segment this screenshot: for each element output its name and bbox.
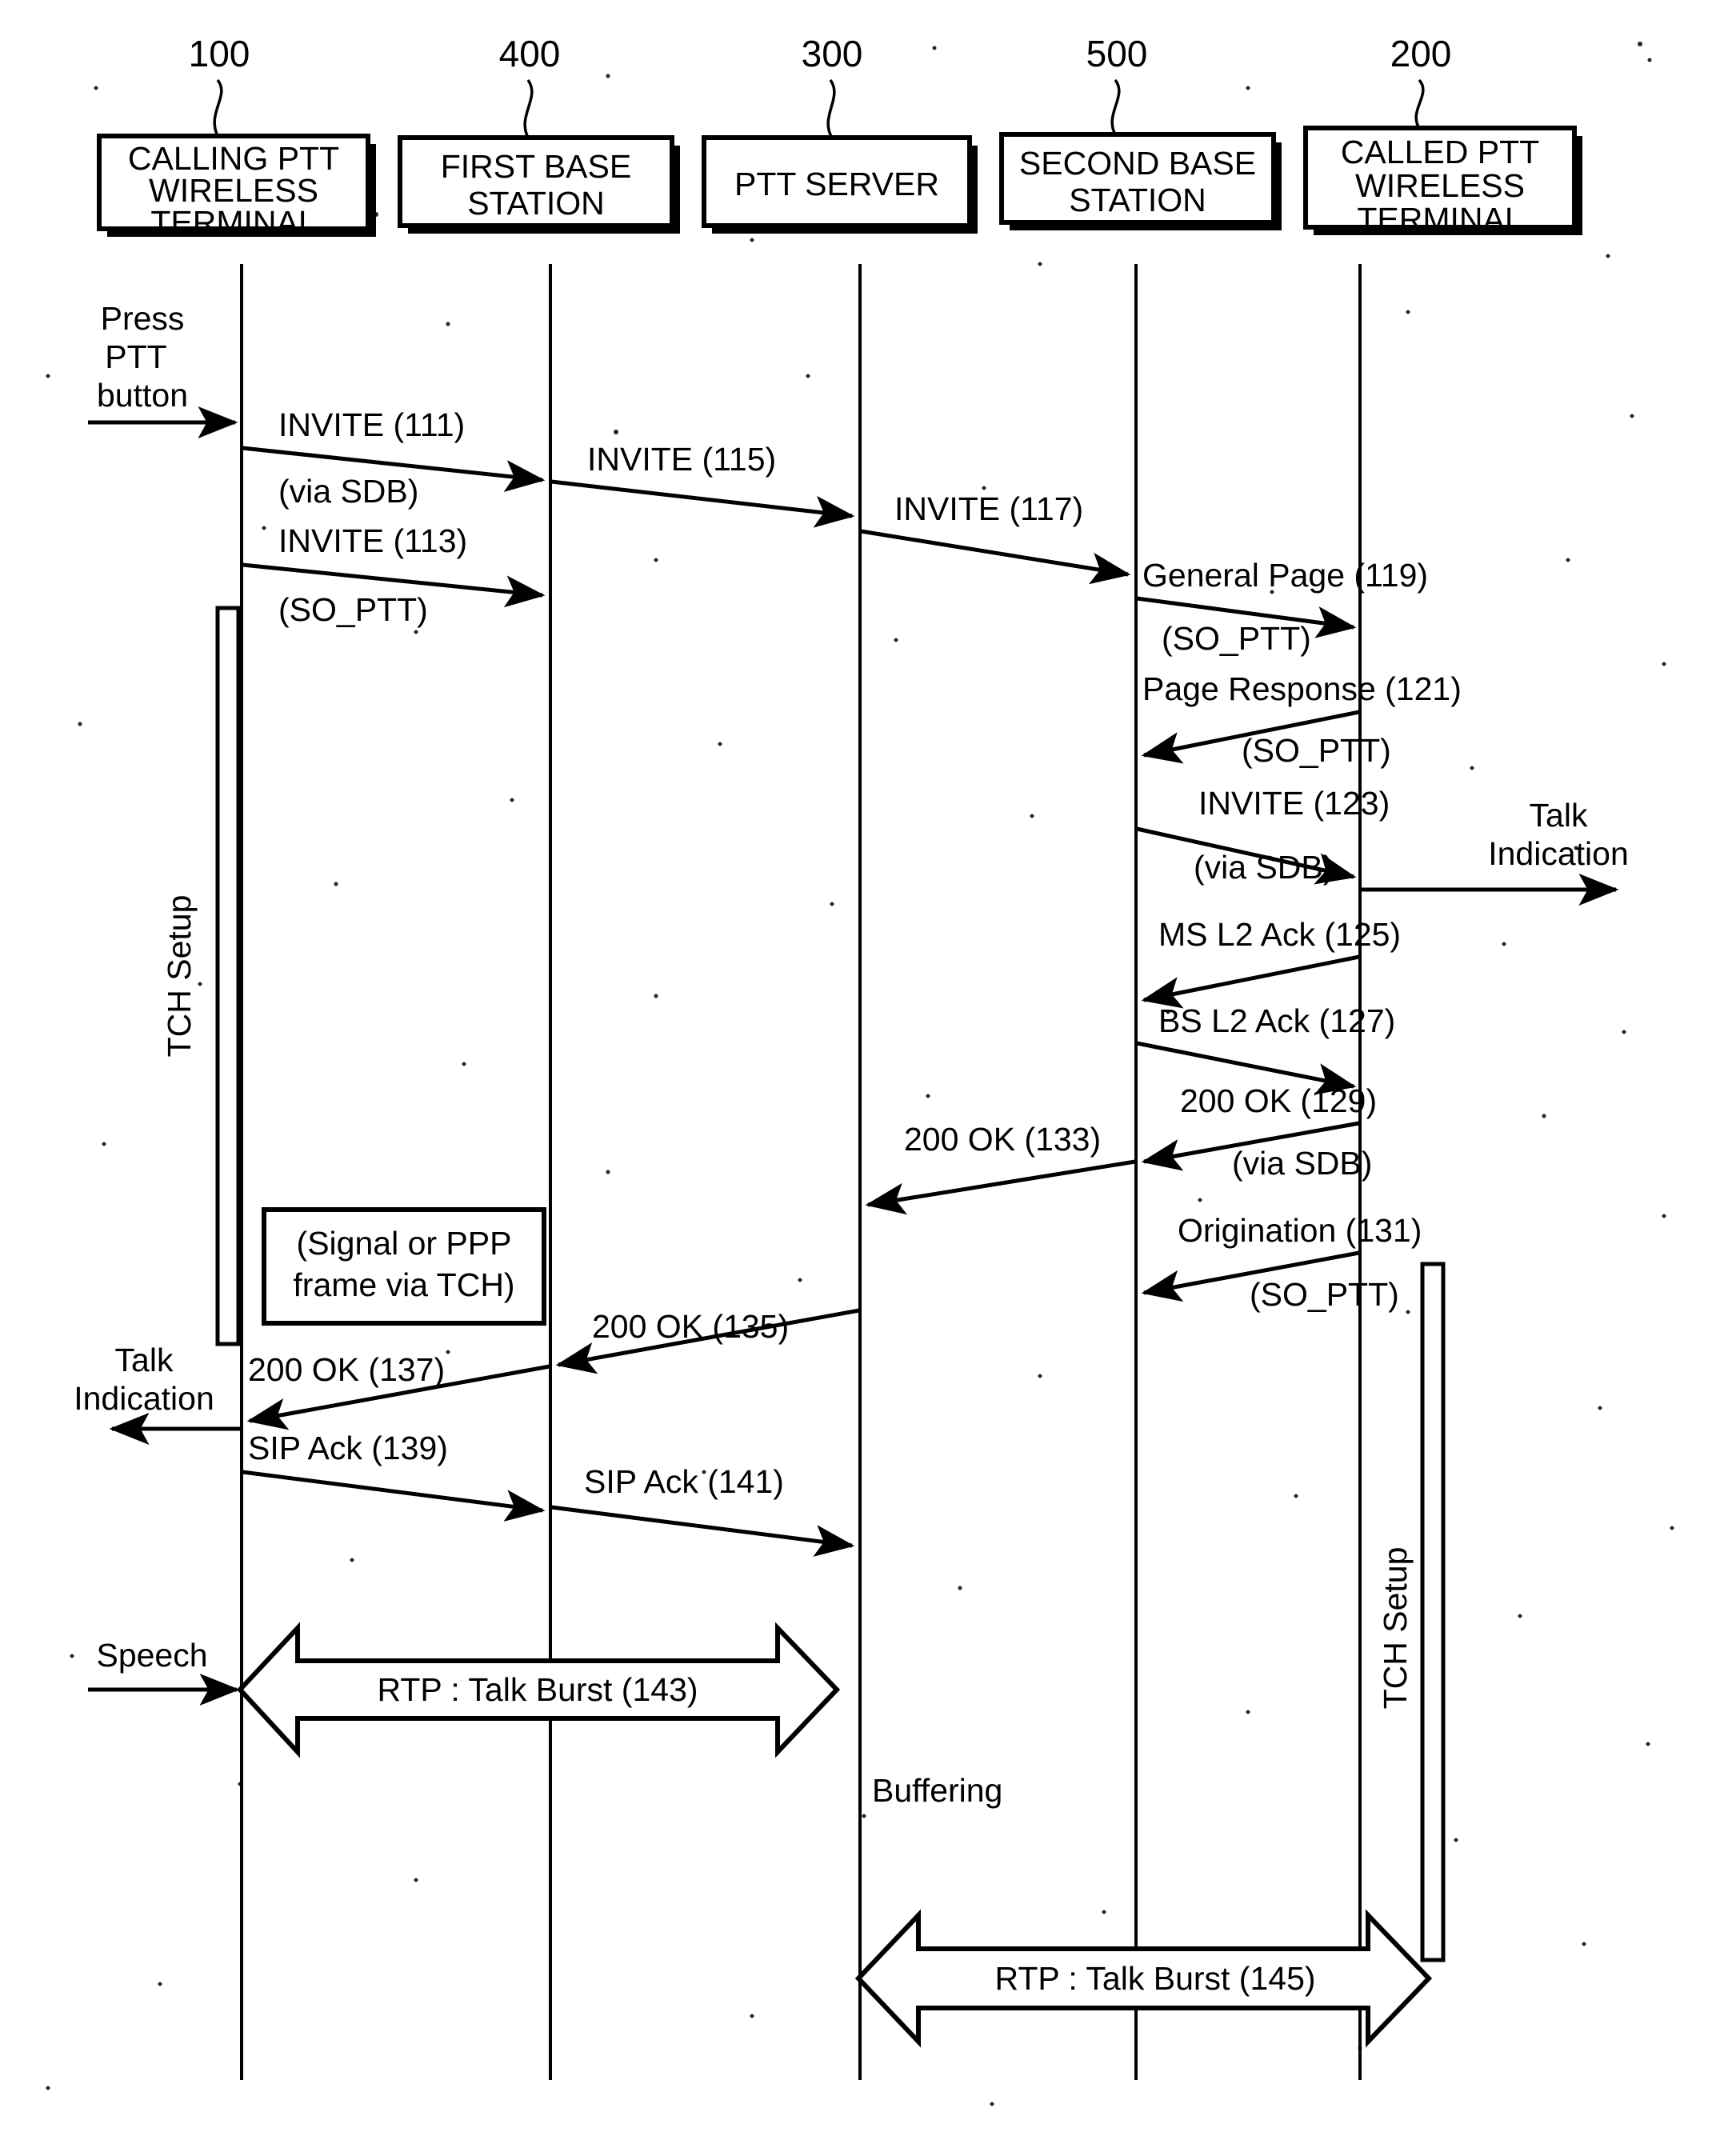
message-m111-label: INVITE (111) <box>278 406 465 443</box>
entity-calling-ptt-wireless-terminal: 100 CALLING PTT WIRELESS TERMINAL <box>97 33 376 241</box>
entity-ref-200: 200 <box>1390 33 1452 74</box>
entity-label-400-line2: STATION <box>467 185 605 222</box>
leader-line-300 <box>826 78 836 138</box>
leader-line-200 <box>1414 78 1425 129</box>
entity-label-400-line1: FIRST BASE <box>441 148 631 185</box>
tch-setup-right-label: TCH Setup <box>1377 1547 1414 1710</box>
talk-indication-right-line1: Talk <box>1530 797 1588 834</box>
talk-indication-right-line2: Indication <box>1488 835 1629 872</box>
message-m119-sublabel: (SO_PTT) <box>1162 620 1311 657</box>
leader-line-500 <box>1110 78 1121 135</box>
message-m141-label: SIP Ack (141) <box>584 1463 784 1500</box>
message-m111: INVITE (111) (via SDB) <box>242 406 546 510</box>
entity-second-base-station: 500 SECOND BASE STATION <box>999 33 1282 230</box>
sequence-diagram: 100 CALLING PTT WIRELESS TERMINAL 400 FI… <box>46 33 1674 2106</box>
message-m117: INVITE (117) <box>860 490 1131 585</box>
entity-label-500-line1: SECOND BASE <box>1019 145 1256 182</box>
stimulus-talk-indication-right: Talk Indication <box>1362 797 1629 906</box>
message-m145-label: RTP : Talk Burst (145) <box>994 1960 1315 1997</box>
message-m127-label: BS L2 Ack (127) <box>1158 1002 1395 1039</box>
note-line2: frame via TCH) <box>293 1266 514 1303</box>
message-m113-label: INVITE (113) <box>278 522 467 559</box>
entity-label-300-line1: PTT SERVER <box>734 166 939 202</box>
message-m139: SIP Ack (139) <box>242 1430 546 1522</box>
message-m125-label: MS L2 Ack (125) <box>1158 916 1401 953</box>
leader-line-100 <box>213 78 223 137</box>
activation-bar-called-terminal <box>1420 1262 1446 1962</box>
press-ptt-line3: button <box>97 377 188 414</box>
entity-label-200-line2: WIRELESS <box>1355 167 1525 204</box>
message-m121-sublabel: (SO_PTT) <box>1242 732 1391 769</box>
message-m131-sublabel: (SO_PTT) <box>1250 1276 1399 1313</box>
message-m129-label: 200 OK (129) <box>1180 1082 1377 1119</box>
entity-label-100-line3: TERMINAL <box>150 204 316 241</box>
message-m133: 200 OK (133) <box>865 1121 1136 1215</box>
message-m125-arrow <box>1141 954 1360 1009</box>
message-m121-label: Page Response (121) <box>1142 670 1462 707</box>
message-m119-label: General Page (119) <box>1142 557 1428 594</box>
entity-ref-400: 400 <box>499 33 561 74</box>
entity-label-500-line2: STATION <box>1069 182 1206 218</box>
press-ptt-line2: PTT <box>105 338 166 375</box>
message-m127: BS L2 Ack (127) <box>1136 1002 1395 1095</box>
leader-line-400 <box>523 78 534 138</box>
message-m139-label: SIP Ack (139) <box>248 1430 448 1466</box>
stimulus-talk-indication-left: Talk Indication <box>74 1342 240 1445</box>
speech-label: Speech <box>96 1637 207 1674</box>
message-m133-arrow <box>865 1159 1136 1215</box>
entity-called-ptt-wireless-terminal: 200 CALLED PTT WIRELESS TERMINAL <box>1303 33 1582 238</box>
message-m111-sublabel: (via SDB) <box>278 473 418 510</box>
patent-figure-page: 100 CALLING PTT WIRELESS TERMINAL 400 FI… <box>0 0 1736 2140</box>
message-m119: General Page (119) (SO_PTT) <box>1136 557 1428 657</box>
message-m123-sublabel: (via SDB) <box>1194 849 1334 886</box>
message-m115-arrow <box>550 479 855 528</box>
buffering-label: Buffering <box>872 1772 1002 1809</box>
message-m145: RTP : Talk Burst (145) <box>854 1909 1433 2048</box>
message-m141: SIP Ack (141) <box>550 1463 855 1557</box>
message-m131: Origination (131) (SO_PTT) <box>1141 1212 1422 1313</box>
entity-ref-100: 100 <box>189 33 250 74</box>
message-m129: 200 OK (129) (via SDB) <box>1141 1082 1377 1182</box>
entity-first-base-station: 400 FIRST BASE STATION <box>398 33 680 234</box>
activation-bar-calling-terminal <box>215 606 241 1346</box>
message-m121: Page Response (121) (SO_PTT) <box>1141 670 1462 769</box>
entity-ref-300: 300 <box>802 33 863 74</box>
message-m133-label: 200 OK (133) <box>904 1121 1101 1158</box>
talk-indication-left-line1: Talk <box>115 1342 174 1378</box>
message-m115: INVITE (115) <box>550 441 855 528</box>
message-m143-label: RTP : Talk Burst (143) <box>377 1671 698 1708</box>
talk-indication-left-line2: Indication <box>74 1380 214 1417</box>
message-m125: MS L2 Ack (125) <box>1141 916 1401 1009</box>
message-arrows: INVITE (111) (via SDB) INVITE (115) INVI… <box>242 406 1462 1557</box>
message-m115-label: INVITE (115) <box>587 441 776 478</box>
message-m117-label: INVITE (117) <box>894 490 1083 527</box>
message-m113-sublabel: (SO_PTT) <box>278 591 428 628</box>
stimulus-speech: Speech <box>88 1637 240 1706</box>
entity-ref-500: 500 <box>1086 33 1148 74</box>
message-m137-label: 200 OK (137) <box>248 1351 445 1388</box>
press-ptt-line1: Press <box>101 300 185 337</box>
message-m137: 200 OK (137) <box>246 1351 550 1430</box>
entity-boxes: 100 CALLING PTT WIRELESS TERMINAL 400 FI… <box>97 33 1582 241</box>
message-m135: 200 OK (135) <box>555 1308 860 1374</box>
message-m143: RTP : Talk Burst (143) <box>236 1622 841 1758</box>
entity-ptt-server: 300 PTT SERVER <box>702 33 978 234</box>
stimulus-press-ptt-button: Press PTT button <box>88 300 238 438</box>
message-m113: INVITE (113) (SO_PTT) <box>242 522 546 628</box>
message-m123-label: INVITE (123) <box>1198 785 1390 822</box>
message-m131-label: Origination (131) <box>1178 1212 1422 1249</box>
note-line1: (Signal or PPP <box>297 1225 512 1262</box>
entity-label-200-line3: TERMINAL <box>1357 201 1522 238</box>
message-m129-sublabel: (via SDB) <box>1232 1145 1372 1182</box>
message-m139-arrow <box>242 1470 546 1522</box>
message-m141-arrow <box>550 1505 855 1557</box>
tch-setup-left-label: TCH Setup <box>161 895 198 1058</box>
message-m123: INVITE (123) (via SDB) <box>1136 785 1390 886</box>
message-m127-arrow <box>1136 1041 1357 1095</box>
entity-label-200-line1: CALLED PTT <box>1341 134 1539 170</box>
note-signal-or-ppp-frame: (Signal or PPP frame via TCH) <box>262 1207 546 1326</box>
message-m117-arrow <box>860 529 1131 585</box>
